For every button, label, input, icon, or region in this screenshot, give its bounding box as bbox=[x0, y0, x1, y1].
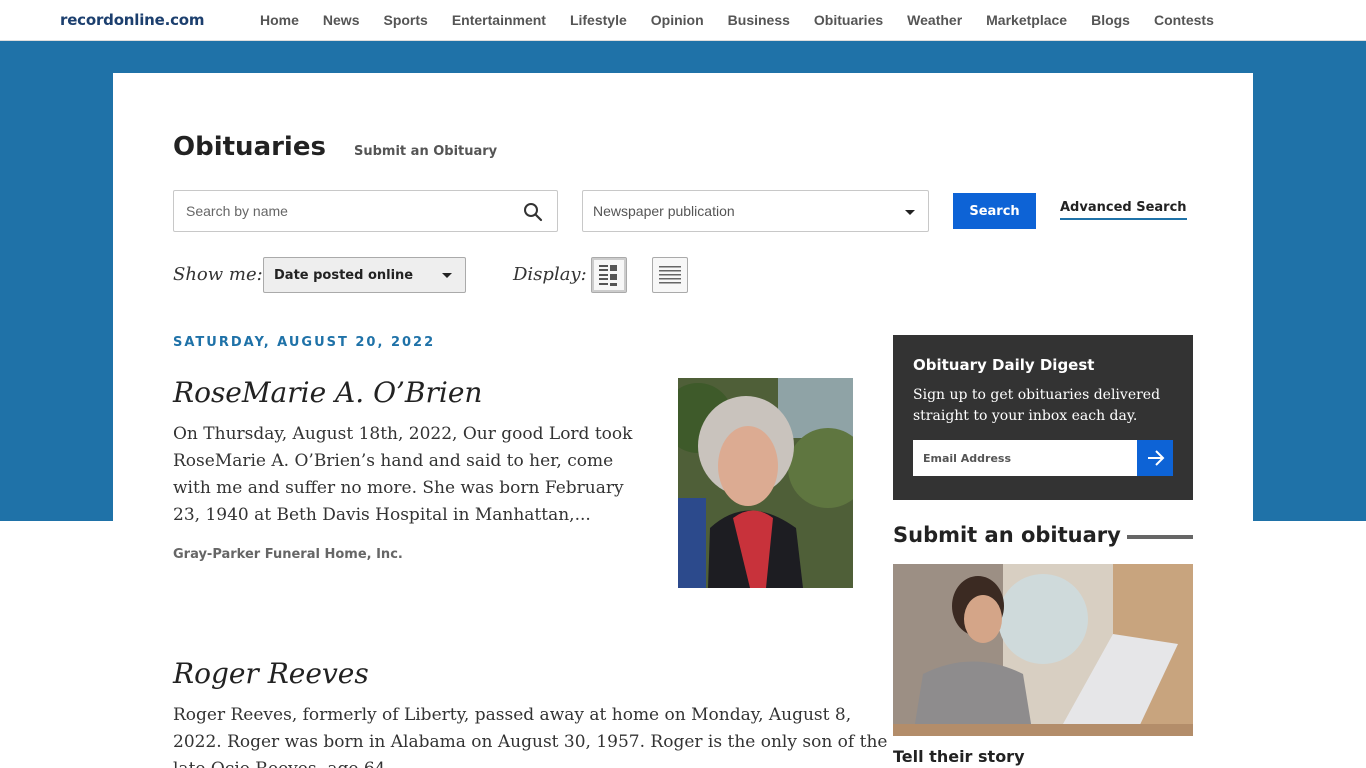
page-title: Obituaries bbox=[173, 132, 326, 162]
name-search-field bbox=[173, 190, 558, 232]
nav-lifestyle[interactable]: Lifestyle bbox=[558, 12, 639, 28]
list-view-icon bbox=[659, 266, 681, 284]
obituary-name[interactable]: RoseMarie A. O’Brien bbox=[173, 376, 482, 409]
list-view-button[interactable] bbox=[652, 257, 688, 293]
nav-contests[interactable]: Contests bbox=[1142, 12, 1226, 28]
search-button[interactable]: Search bbox=[953, 193, 1036, 229]
obituary-excerpt-line: with me and suffer no more. She was born… bbox=[173, 478, 624, 498]
site-logo[interactable]: recordonline.com bbox=[60, 11, 205, 29]
obituary-excerpt-line: RoseMarie A. O’Brien’s hand and said to … bbox=[173, 451, 614, 471]
nav-business[interactable]: Business bbox=[716, 12, 802, 28]
publication-select[interactable]: Newspaper publication bbox=[582, 190, 929, 232]
obituaries-card: Obituaries Submit an Obituary Newspaper … bbox=[113, 73, 1253, 768]
obituary-excerpt-line: late Ocie Reeves, age 64... bbox=[173, 756, 887, 768]
main-nav: Home News Sports Entertainment Lifestyle… bbox=[248, 0, 1226, 40]
top-navigation: recordonline.com Home News Sports Entert… bbox=[0, 0, 1366, 41]
show-me-select[interactable]: Date posted online bbox=[263, 257, 466, 293]
portrait-image bbox=[678, 378, 853, 588]
obituary-digest-signup: Obituary Daily Digest Sign up to get obi… bbox=[893, 335, 1193, 500]
obituary-excerpt-line: 2022. Roger was born in Alabama on Augus… bbox=[173, 732, 888, 752]
obituary-excerpt-line: 23, 1940 at Beth Davis Hospital in Manha… bbox=[173, 505, 591, 525]
digest-description: Sign up to get obituaries delivered stra… bbox=[913, 387, 1161, 424]
submit-obituary-image[interactable] bbox=[893, 564, 1193, 736]
grid-view-button[interactable] bbox=[591, 257, 627, 293]
digest-title: Obituary Daily Digest bbox=[913, 356, 1095, 374]
nav-weather[interactable]: Weather bbox=[895, 12, 974, 28]
nav-sports[interactable]: Sports bbox=[371, 12, 439, 28]
arrow-right-icon bbox=[1148, 450, 1165, 466]
advanced-search-link[interactable]: Advanced Search bbox=[1060, 200, 1187, 220]
nav-blogs[interactable]: Blogs bbox=[1079, 12, 1142, 28]
email-submit-button[interactable] bbox=[1137, 440, 1173, 476]
search-icon[interactable] bbox=[523, 202, 543, 222]
nav-obituaries[interactable]: Obituaries bbox=[802, 12, 895, 28]
chevron-down-icon bbox=[442, 273, 452, 278]
nav-entertainment[interactable]: Entertainment bbox=[440, 12, 558, 28]
obituary-excerpt-line: On Thursday, August 18th, 2022, Our good… bbox=[173, 424, 633, 444]
show-me-label: Show me: bbox=[173, 264, 263, 285]
grid-view-icon bbox=[599, 265, 617, 286]
tell-their-story-link[interactable]: Tell their story bbox=[893, 747, 1025, 766]
publication-select-value: Newspaper publication bbox=[593, 203, 735, 219]
nav-marketplace[interactable]: Marketplace bbox=[974, 12, 1079, 28]
obituary-photo[interactable] bbox=[678, 378, 853, 588]
submit-obituary-heading: Submit an obituary bbox=[893, 523, 1121, 547]
obituary-excerpt: On Thursday, August 18th, 2022, Our good… bbox=[173, 421, 632, 529]
date-heading: SATURDAY, AUGUST 20, 2022 bbox=[173, 335, 436, 350]
obituary-excerpt-line: Roger Reeves, formerly of Liberty, passe… bbox=[173, 705, 852, 725]
submit-obituary-link[interactable]: Submit an Obituary bbox=[354, 144, 497, 159]
funeral-home: Gray-Parker Funeral Home, Inc. bbox=[173, 547, 403, 562]
chevron-down-icon bbox=[905, 210, 915, 215]
nav-home[interactable]: Home bbox=[248, 12, 311, 28]
obituary-name[interactable]: Roger Reeves bbox=[173, 657, 369, 690]
show-me-value: Date posted online bbox=[274, 268, 414, 283]
display-label: Display: bbox=[513, 264, 587, 285]
nav-opinion[interactable]: Opinion bbox=[639, 12, 716, 28]
nav-news[interactable]: News bbox=[311, 12, 372, 28]
email-field[interactable] bbox=[913, 440, 1137, 476]
heading-divider bbox=[1127, 535, 1193, 539]
woman-at-laptop-image bbox=[893, 564, 1193, 736]
obituary-excerpt: Roger Reeves, formerly of Liberty, passe… bbox=[173, 702, 887, 768]
search-input[interactable] bbox=[186, 201, 506, 221]
